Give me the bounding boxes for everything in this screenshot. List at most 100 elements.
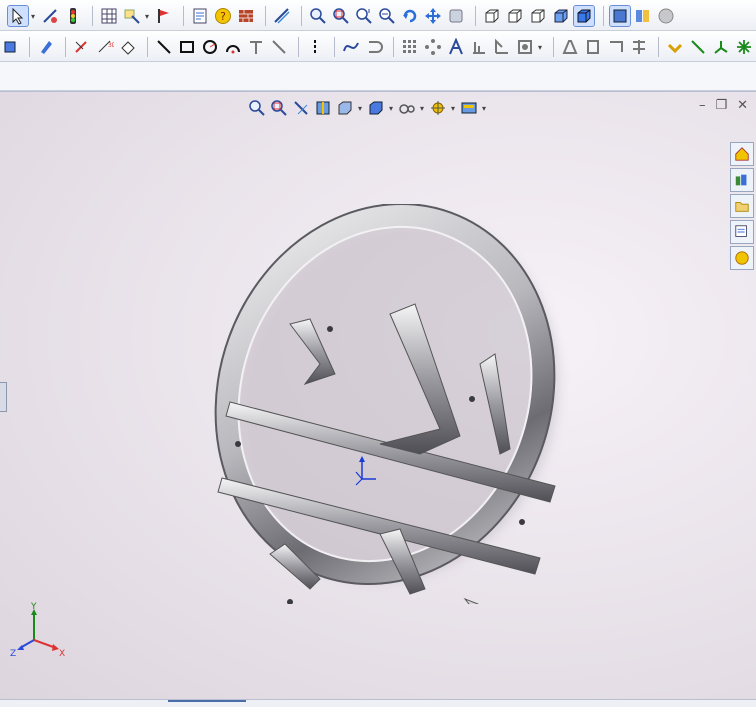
sketch-icon[interactable] — [122, 6, 142, 26]
sketch-toolbar: 3D ▾ — [0, 31, 756, 62]
file-explorer-tab-icon[interactable] — [730, 194, 754, 218]
traffic-light-icon[interactable] — [63, 6, 83, 26]
view-front-icon[interactable] — [482, 6, 502, 26]
arc-icon[interactable] — [223, 37, 243, 57]
appearance-icon[interactable] — [633, 6, 653, 26]
hole-icon[interactable] — [515, 37, 535, 57]
realview-icon[interactable] — [656, 6, 676, 26]
mirror-icon[interactable] — [423, 37, 443, 57]
triad-x-label: X — [59, 649, 65, 659]
toolbar-separator — [265, 6, 266, 26]
select-icon[interactable] — [7, 5, 29, 27]
pan-icon[interactable] — [423, 6, 443, 26]
smart-dimension-icon[interactable] — [40, 6, 60, 26]
plane-icon[interactable] — [469, 37, 489, 57]
appearance-icon[interactable] — [429, 99, 447, 117]
toolbar-group-select: ▾ ▾ ? — [7, 5, 679, 27]
help-icon[interactable]: ? — [213, 6, 233, 26]
close-button[interactable]: ✕ — [737, 98, 748, 113]
convert-icon[interactable] — [364, 37, 384, 57]
graphics-area[interactable]: ▾ ▾ ▾ ▾ ▾ – ❐ ✕ Y X Z — [0, 91, 756, 700]
pen-icon[interactable] — [36, 37, 56, 57]
triad-z-label: Z — [10, 649, 16, 659]
text-icon[interactable] — [446, 37, 466, 57]
chamfer-icon[interactable] — [583, 37, 603, 57]
smart-dim-icon[interactable]: 3D — [95, 37, 115, 57]
spline-icon[interactable] — [341, 37, 361, 57]
sketch-3d-icon[interactable] — [72, 37, 92, 57]
toolbar-separator — [658, 37, 659, 57]
view-orientation-icon[interactable] — [336, 99, 354, 117]
grid-icon[interactable] — [99, 6, 119, 26]
select-dropdown-icon[interactable]: ▾ — [31, 12, 37, 21]
measure-icon[interactable] — [272, 6, 292, 26]
toolbar-separator — [92, 6, 93, 26]
flag-icon[interactable] — [154, 6, 174, 26]
zoom-to-fit-icon[interactable] — [308, 6, 328, 26]
hide-show-icon[interactable] — [398, 99, 416, 117]
standard-toolbar: ▾ ▾ ? — [0, 0, 756, 31]
zoom-in-out-icon[interactable] — [354, 6, 374, 26]
appearance-dropdown-icon[interactable]: ▾ — [451, 104, 457, 113]
hole-dropdown-icon[interactable]: ▾ — [538, 43, 544, 52]
rotate-icon[interactable] — [400, 6, 420, 26]
line-dim-icon[interactable] — [688, 37, 708, 57]
shaded-icon[interactable] — [551, 6, 571, 26]
display-style-dropdown-icon[interactable]: ▾ — [389, 104, 395, 113]
document-window-controls: – ❐ ✕ — [699, 98, 748, 113]
circle-icon[interactable] — [200, 37, 220, 57]
minimize-button[interactable]: – — [699, 98, 706, 113]
box-icon[interactable] — [0, 37, 20, 57]
zoom-to-area-icon[interactable] — [270, 99, 288, 117]
asterisk-icon[interactable] — [734, 37, 754, 57]
toolbar-separator — [147, 37, 148, 57]
view-iso-icon[interactable] — [528, 6, 548, 26]
properties-icon[interactable] — [190, 6, 210, 26]
pattern-icon[interactable] — [400, 37, 420, 57]
point-icon[interactable] — [629, 37, 649, 57]
section-view-icon[interactable] — [314, 99, 332, 117]
display-style-icon[interactable] — [609, 5, 631, 27]
rectangle-icon[interactable] — [177, 37, 197, 57]
roll-icon[interactable] — [446, 6, 466, 26]
reference-triad: Y X Z — [10, 602, 65, 659]
feature-manager-collapse-handle[interactable] — [0, 382, 7, 412]
centerline-icon[interactable] — [305, 37, 325, 57]
eraser-icon[interactable] — [118, 37, 138, 57]
scenes-icon[interactable] — [460, 99, 478, 117]
search-tab-icon[interactable] — [730, 220, 754, 244]
trim-icon[interactable] — [246, 37, 266, 57]
view-orientation-dropdown-icon[interactable]: ▾ — [358, 104, 364, 113]
previous-view-icon[interactable] — [292, 99, 310, 117]
speaker-grille-model[interactable] — [210, 204, 570, 604]
task-pane-tabs — [730, 142, 754, 272]
scenes-dropdown-icon[interactable]: ▾ — [482, 104, 488, 113]
shaded-edges-icon[interactable] — [573, 5, 595, 27]
offset-icon[interactable] — [269, 37, 289, 57]
design-library-tab-icon[interactable] — [730, 168, 754, 192]
wall-icon[interactable] — [236, 6, 256, 26]
move-icon[interactable] — [665, 37, 685, 57]
relation-icon[interactable] — [606, 37, 626, 57]
axis-icon[interactable] — [711, 37, 731, 57]
sketch-dropdown-icon[interactable]: ▾ — [145, 12, 151, 21]
line-icon[interactable] — [154, 37, 174, 57]
home-tab-icon[interactable] — [730, 142, 754, 166]
zoom-selection-icon[interactable] — [377, 6, 397, 26]
model-tab[interactable] — [168, 700, 246, 702]
svg-text:3D: 3D — [108, 42, 114, 49]
toolbar-separator — [301, 6, 302, 26]
zoom-to-fit-icon[interactable] — [248, 99, 266, 117]
toolbar-separator — [298, 37, 299, 57]
toolbar-separator — [553, 37, 554, 57]
appearances-tab-icon[interactable] — [730, 246, 754, 270]
restore-button[interactable]: ❐ — [715, 98, 727, 113]
view-back-icon[interactable] — [505, 6, 525, 26]
offset-entities-icon[interactable] — [492, 37, 512, 57]
toolbar-separator — [334, 37, 335, 57]
display-style-icon[interactable] — [367, 99, 385, 117]
fillet-icon[interactable] — [560, 37, 580, 57]
hide-show-dropdown-icon[interactable]: ▾ — [420, 104, 426, 113]
zoom-to-area-icon[interactable] — [331, 6, 351, 26]
toolbar-separator — [603, 6, 604, 26]
